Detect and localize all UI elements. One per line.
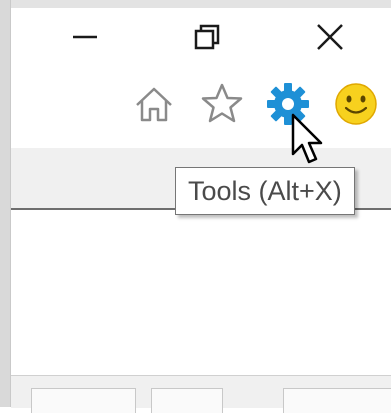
home-button[interactable] [128, 78, 180, 130]
page-content [11, 210, 391, 375]
status-segment [31, 388, 136, 413]
status-segment [151, 388, 223, 413]
minimize-icon [73, 35, 97, 39]
favorites-button[interactable] [196, 78, 248, 130]
home-icon [136, 87, 172, 122]
restore-icon [194, 24, 220, 50]
feedback-button[interactable] [330, 78, 382, 130]
close-icon [317, 24, 343, 50]
status-bar [11, 375, 391, 413]
restore-button[interactable] [177, 12, 237, 62]
star-icon [201, 83, 243, 123]
tools-tooltip: Tools (Alt+X) [175, 167, 355, 215]
close-button[interactable] [300, 12, 360, 62]
window-left-border [0, 0, 11, 407]
status-segment [283, 388, 391, 413]
smiley-icon [335, 83, 377, 125]
mouse-cursor-icon [291, 113, 323, 164]
window-top-border [0, 0, 391, 8]
minimize-button[interactable] [55, 12, 115, 62]
tooltip-text: Tools (Alt+X) [188, 175, 342, 206]
